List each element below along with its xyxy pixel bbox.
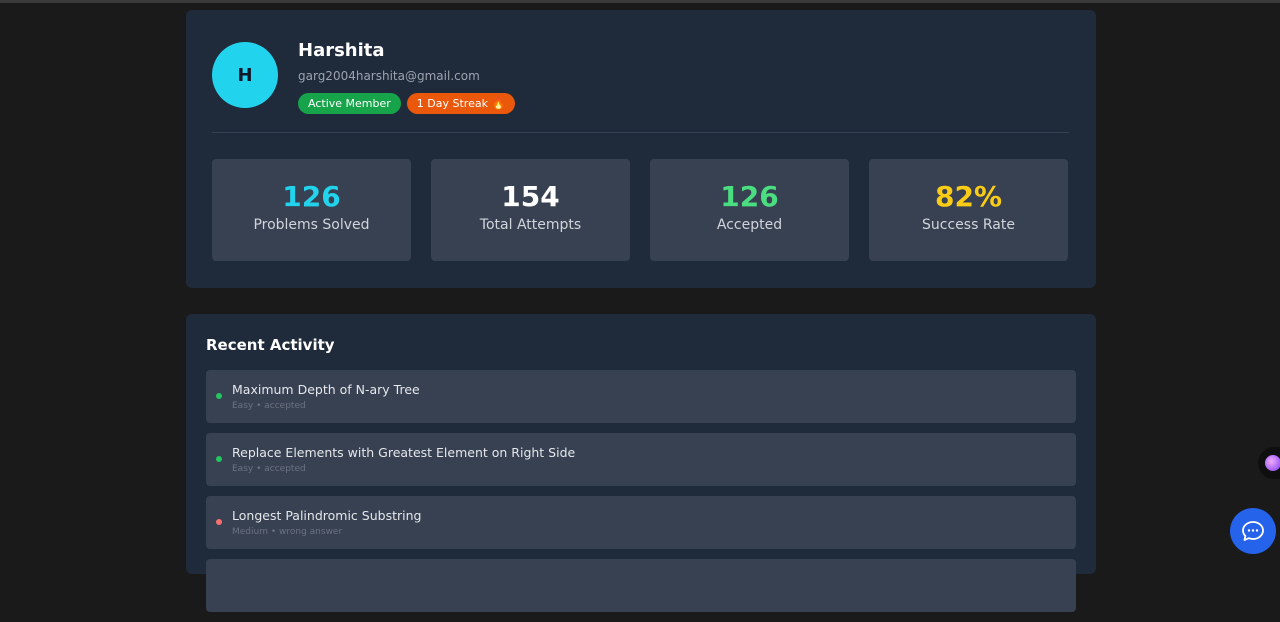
activity-item-meta: Medium • wrong answer	[232, 527, 343, 537]
activity-item-title: Replace Elements with Greatest Element o…	[232, 445, 576, 460]
chat-button[interactable]	[1230, 508, 1276, 554]
profile-email: garg2004harshita@gmail.com	[298, 69, 480, 83]
avatar: H	[212, 42, 278, 108]
stat-problems-solved: 126 Problems Solved	[212, 159, 411, 261]
activity-item[interactable]: Replace Elements with Greatest Element o…	[206, 433, 1076, 486]
profile-name: Harshita	[298, 40, 385, 61]
status-dot-icon	[216, 393, 222, 399]
assistant-orb-icon	[1265, 455, 1280, 471]
chat-bubble-icon	[1242, 521, 1264, 541]
stat-success-rate: 82% Success Rate	[869, 159, 1068, 261]
recent-activity-card: Recent Activity Maximum Depth of N-ary T…	[186, 314, 1096, 612]
stat-value: 154	[501, 180, 560, 213]
stat-value: 126	[282, 180, 341, 213]
browser-top-edge	[0, 0, 1280, 3]
stat-label: Total Attempts	[479, 217, 582, 233]
activity-item-title: Longest Palindromic Substring	[232, 508, 422, 523]
status-dot-icon	[216, 519, 222, 525]
stat-value: 82%	[934, 180, 1003, 213]
activity-item[interactable]	[206, 559, 1076, 612]
assistant-widget-tab[interactable]	[1258, 447, 1280, 479]
status-dot-icon	[216, 456, 222, 462]
stat-label: Accepted	[716, 217, 783, 233]
activity-item-meta: Easy • accepted	[232, 464, 306, 474]
stat-label: Problems Solved	[253, 217, 370, 233]
streak-badge: 1 Day Streak 🔥	[406, 93, 516, 114]
activity-item-meta: Easy • accepted	[232, 401, 306, 411]
profile-card: H Harshita garg2004harshita@gmail.com Ac…	[186, 10, 1096, 288]
activity-item[interactable]: Maximum Depth of N-ary Tree Easy • accep…	[206, 370, 1076, 423]
activity-item[interactable]: Longest Palindromic Substring Medium • w…	[206, 496, 1076, 549]
stat-accepted: 126 Accepted	[650, 159, 849, 261]
activity-item-title: Maximum Depth of N-ary Tree	[232, 382, 420, 397]
stat-total-attempts: 154 Total Attempts	[431, 159, 630, 261]
stat-label: Success Rate	[922, 217, 1015, 233]
active-member-badge: Active Member	[298, 93, 401, 114]
activity-list: Maximum Depth of N-ary Tree Easy • accep…	[206, 370, 1076, 622]
stats-row: 126 Problems Solved 154 Total Attempts 1…	[212, 159, 1068, 261]
recent-activity-title: Recent Activity	[206, 336, 335, 354]
badge-group: Active Member 1 Day Streak 🔥	[298, 93, 516, 114]
divider	[212, 132, 1069, 133]
stat-value: 126	[720, 180, 779, 213]
